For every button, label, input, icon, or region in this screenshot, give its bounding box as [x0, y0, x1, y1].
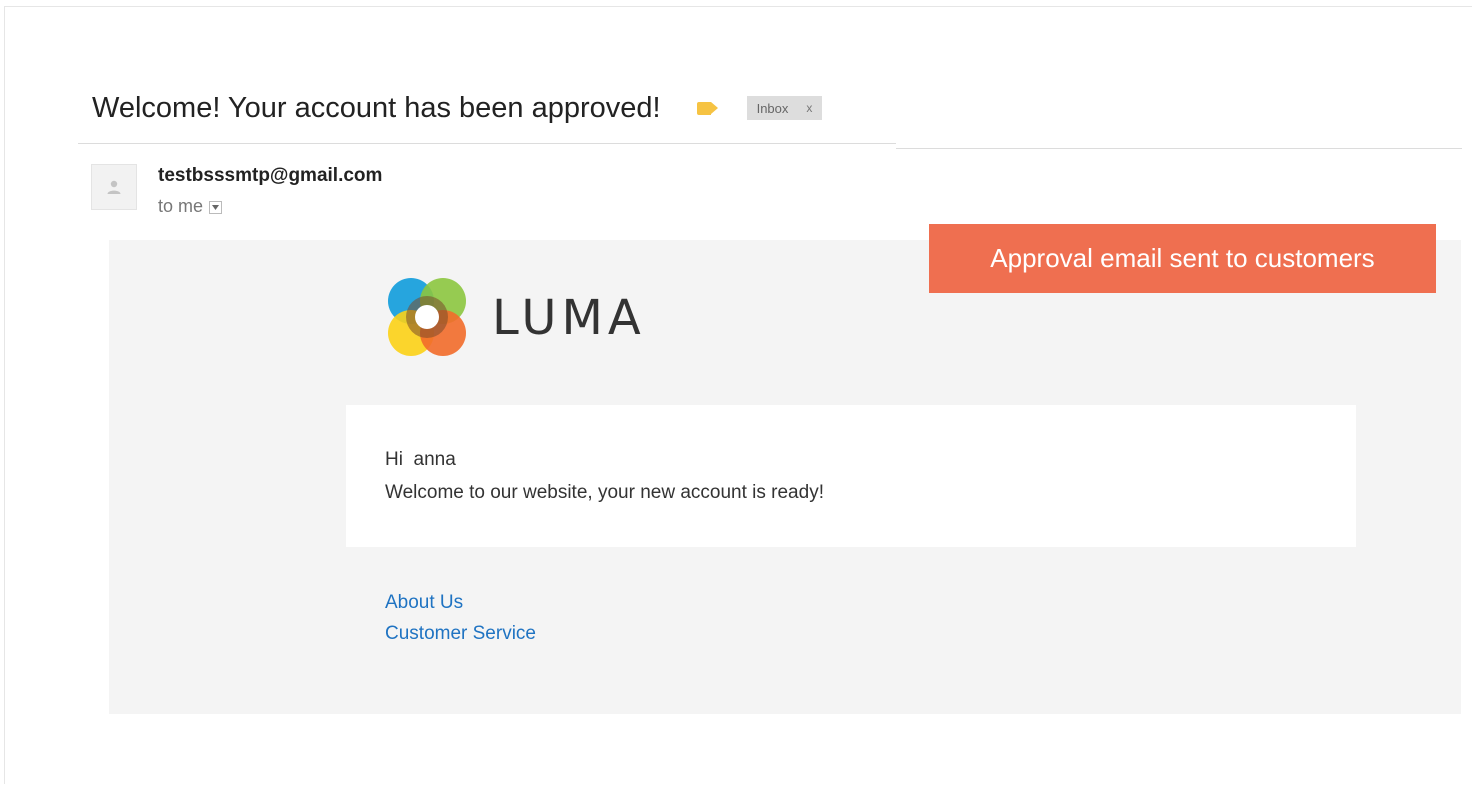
message-card	[346, 405, 1356, 547]
recipient-details-dropdown[interactable]	[209, 201, 223, 214]
frame-border	[4, 6, 5, 784]
header-divider	[78, 143, 896, 144]
inbox-label-text: Inbox	[756, 100, 789, 116]
chevron-down-icon	[212, 205, 220, 210]
inbox-label-chip[interactable]: Inbox x	[746, 96, 823, 120]
welcome-message: Welcome to our website, your new account…	[385, 482, 824, 503]
subject-row: Welcome! Your account has been approved!…	[78, 78, 823, 138]
annotation-callout: Approval email sent to customers	[929, 224, 1436, 293]
header-divider	[896, 148, 1462, 149]
luma-logo-icon	[388, 278, 466, 356]
email-subject: Welcome! Your account has been approved!	[92, 91, 661, 124]
sender-address[interactable]: testbsssmtp@gmail.com	[158, 165, 382, 187]
customer-service-link[interactable]: Customer Service	[385, 623, 536, 645]
recipient-text: to me	[158, 196, 204, 216]
frame-border	[4, 6, 1472, 7]
brand-name: LUMA	[492, 290, 646, 346]
sender-avatar[interactable]	[91, 164, 137, 210]
recipient-row: to me	[158, 196, 223, 217]
remove-label-button[interactable]: x	[806, 101, 812, 115]
person-icon	[107, 180, 121, 194]
email-view: Welcome! Your account has been approved!…	[0, 0, 1476, 786]
greeting-text: Hi anna	[385, 449, 456, 470]
label-tag-icon[interactable]	[696, 101, 718, 115]
about-us-link[interactable]: About Us	[385, 592, 463, 614]
